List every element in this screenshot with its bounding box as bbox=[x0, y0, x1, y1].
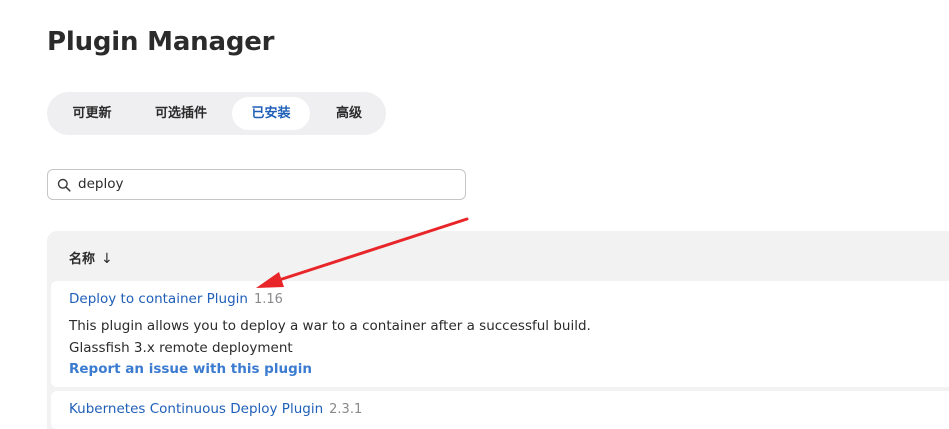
plugin-name-text: Kubernetes Continuous Deploy Plugin bbox=[69, 401, 324, 417]
search-box bbox=[47, 169, 466, 200]
search-input[interactable] bbox=[78, 174, 448, 194]
plugin-manager-page: Plugin Manager 可更新 可选插件 已安装 高级 名称 ↓ Deplo… bbox=[0, 0, 949, 429]
tab-advanced[interactable]: 高级 bbox=[319, 97, 379, 130]
tab-bar: 可更新 可选插件 已安装 高级 bbox=[47, 92, 386, 135]
tab-updates[interactable]: 可更新 bbox=[59, 97, 125, 130]
column-header-label: 名称 bbox=[69, 252, 96, 267]
table-row: Kubernetes Continuous Deploy Plugin 2.3.1 bbox=[51, 391, 949, 429]
search-icon bbox=[57, 177, 71, 192]
table-row: Deploy to container Plugin 1.16 This plug… bbox=[51, 281, 949, 387]
plugin-name-link[interactable]: Deploy to container Plugin 1.16 bbox=[69, 291, 283, 307]
plugin-version: 2.3.1 bbox=[329, 402, 363, 417]
plugin-name-link[interactable]: Kubernetes Continuous Deploy Plugin 2.3.1 bbox=[69, 401, 362, 417]
plugins-table: 名称 ↓ Deploy to container Plugin 1.16 This … bbox=[47, 231, 949, 429]
page-title: Plugin Manager bbox=[47, 27, 275, 57]
sort-down-icon: ↓ bbox=[101, 251, 113, 267]
plugin-description-line: Glassfish 3.x remote deployment bbox=[69, 340, 293, 356]
plugin-description-line: This plugin allows you to deploy a war t… bbox=[69, 318, 591, 334]
tab-installed[interactable]: 已安装 bbox=[232, 97, 310, 130]
tab-available-plugins[interactable]: 可选插件 bbox=[143, 97, 219, 130]
plugin-version: 1.16 bbox=[254, 292, 283, 307]
plugin-name-text: Deploy to container Plugin bbox=[69, 291, 248, 307]
report-issue-link[interactable]: Report an issue with this plugin bbox=[69, 361, 312, 377]
column-header-name[interactable]: 名称 ↓ bbox=[69, 248, 113, 267]
